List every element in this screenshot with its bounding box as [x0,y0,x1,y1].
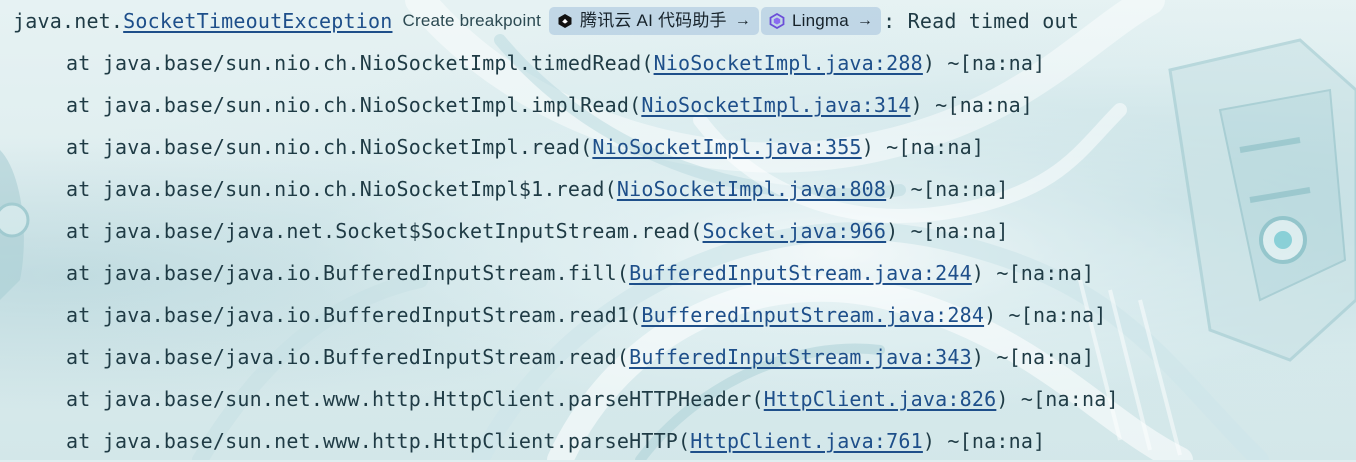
stack-frame-method: at java.base/sun.net.www.http.HttpClient… [66,429,691,453]
stack-frame-method: at java.base/sun.net.www.http.HttpClient… [66,387,764,411]
stack-frame-method: at java.base/sun.nio.ch.NioSocketImpl$1.… [66,177,617,201]
stack-frame: at java.base/java.io.BufferedInputStream… [66,336,1094,378]
stack-frame: at java.base/sun.net.www.http.HttpClient… [66,420,1045,462]
stack-frame-suffix: ) ~[na:na] [886,219,1009,243]
tencent-ai-assistant-label: 腾讯云 AI 代码助手 [580,10,727,30]
stack-frame: at java.base/sun.net.www.http.HttpClient… [66,378,1119,420]
stack-frame-source-link[interactable]: BufferedInputStream.java:244 [629,261,972,285]
lingma-label: Lingma [791,10,849,30]
stack-frame: at java.base/sun.nio.ch.NioSocketImpl.ti… [66,42,1045,84]
arrow-right-icon: → [734,11,751,29]
hexagon-icon [556,12,574,30]
stack-frame-method: at java.base/java.io.BufferedInputStream… [66,345,630,369]
stack-frame-source-link[interactable]: BufferedInputStream.java:343 [629,345,972,369]
stack-frame-method: at java.base/sun.nio.ch.NioSocketImpl.im… [66,93,642,117]
stack-frame-method: at java.base/sun.nio.ch.NioSocketImpl.ti… [66,51,654,75]
stack-frame-suffix: ) ~[na:na] [861,135,985,159]
stack-frame-source-link[interactable]: HttpClient.java:826 [764,387,997,411]
exception-header-line: java.net.SocketTimeoutException Create br… [13,0,1079,42]
stack-frame-source-link[interactable]: NioSocketImpl.java:355 [592,135,861,159]
create-breakpoint-link[interactable]: Create breakpoint [392,7,549,35]
stack-frame-method: at java.base/java.io.BufferedInputStream… [66,261,630,285]
stack-frame: at java.base/java.io.BufferedInputStream… [66,252,1094,294]
stack-frame: at java.base/sun.nio.ch.NioSocketImpl.im… [66,84,1033,126]
exception-class-link[interactable]: SocketTimeoutException [123,9,392,33]
stack-frame-source-link[interactable]: NioSocketImpl.java:808 [617,177,886,201]
exception-package: java.net. [13,9,124,33]
exception-message: : Read timed out [883,9,1079,33]
stack-frame-suffix: ) ~[na:na] [971,261,1095,285]
stack-frame: at java.base/sun.nio.ch.NioSocketImpl$1.… [66,168,1009,210]
tencent-ai-assistant-chip[interactable]: 腾讯云 AI 代码助手 → [549,6,759,35]
arrow-right-icon: → [856,11,874,29]
stack-frame-suffix: ) ~[na:na] [922,51,1046,75]
lingma-chip[interactable]: Lingma → [760,6,882,35]
stack-frame-suffix: ) ~[na:na] [910,93,1034,117]
stack-frame-suffix: ) ~[na:na] [984,303,1107,327]
stack-frame-method: at java.base/java.io.BufferedInputStream… [66,303,642,327]
stack-frame-source-link[interactable]: BufferedInputStream.java:284 [641,303,984,327]
stack-frame-source-link[interactable]: HttpClient.java:761 [690,429,923,453]
stack-frame-method: at java.base/java.net.Socket$SocketInput… [66,219,703,243]
stack-frame: at java.base/sun.nio.ch.NioSocketImpl.re… [66,126,984,168]
stack-frame-method: at java.base/sun.nio.ch.NioSocketImpl.re… [66,135,593,159]
stack-frame-suffix: ) ~[na:na] [886,177,1009,201]
stack-frame-source-link[interactable]: Socket.java:966 [703,219,887,243]
stack-frame-source-link[interactable]: NioSocketImpl.java:314 [641,93,910,117]
stack-frame: at java.base/java.net.Socket$SocketInput… [66,210,1009,252]
console-output: java.net.SocketTimeoutException Create br… [0,0,1356,460]
stack-frame-source-link[interactable]: NioSocketImpl.java:288 [654,51,923,75]
stack-frame-suffix: ) ~[na:na] [971,345,1095,369]
lingma-icon [768,12,786,30]
stack-frame: at java.base/java.io.BufferedInputStream… [66,294,1107,336]
stack-frame-suffix: ) ~[na:na] [996,387,1119,411]
stack-frame-suffix: ) ~[na:na] [922,429,1046,453]
